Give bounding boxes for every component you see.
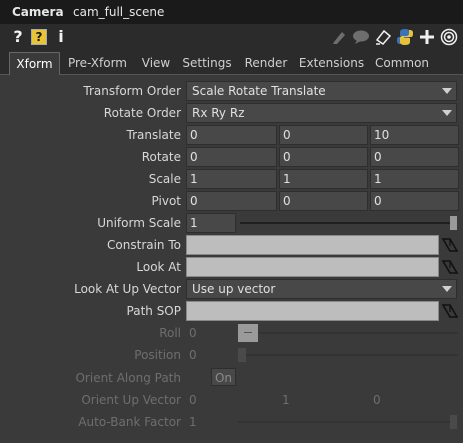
tab-xform[interactable]: Xform [9,52,60,75]
toolbar: ? ? i [0,24,463,50]
auto-bank-factor-value: 1 [189,415,197,429]
orient-along-path-label: Orient Along Path [75,371,181,385]
roll-label: Roll [159,326,181,340]
look-at-row: Look At [0,257,463,277]
look-at-up-vector-menu[interactable]: Use up vector [186,279,457,299]
tab-common[interactable]: Common [372,52,432,74]
uniform-scale-slider-handle[interactable] [450,216,457,230]
roll-row: Roll 0 [0,323,463,343]
operator-picker-icon[interactable] [441,302,459,320]
look-at-field[interactable] [186,257,439,277]
position-value: 0 [189,348,197,362]
position-label: Position [134,348,181,362]
rotate-label: Rotate [141,150,181,164]
node-name[interactable]: cam_full_scene [73,5,164,19]
look-at-up-vector-label: Look At Up Vector [74,282,181,296]
transform-order-value: Scale Rotate Translate [192,84,326,98]
pivot-label: Pivot [151,194,181,208]
rotate-z-field[interactable]: 0 [370,147,459,167]
path-sop-label: Path SOP [126,304,181,318]
translate-row: Translate 0 0 10 [0,125,463,145]
xform-panel: Transform Order Scale Rotate Translate R… [0,75,463,443]
auto-bank-factor-slider-handle [450,415,457,429]
node-type: Camera [12,5,64,19]
rotate-order-value: Rx Ry Rz [192,106,245,120]
help-icon[interactable]: ? [9,27,27,47]
uniform-scale-field[interactable]: 1 [186,213,236,233]
uniform-scale-row: Uniform Scale 1 [0,213,463,233]
comment-icon[interactable] [352,29,370,45]
transform-order-label: Transform Order [83,84,181,98]
constrain-to-field[interactable] [186,235,439,255]
pivot-row: Pivot 0 0 0 [0,191,463,211]
tab-settings[interactable]: Settings [180,52,234,74]
roll-handle-mark [244,332,252,333]
uniform-scale-slider[interactable] [240,222,456,224]
rotate-order-row: Rotate Order Rx Ry Rz [0,103,463,123]
look-at-label: Look At [136,260,181,274]
uniform-scale-label: Uniform Scale [97,216,181,230]
pivot-y-field[interactable]: 0 [279,191,368,211]
pivot-x-field[interactable]: 0 [186,191,277,211]
pivot-z-field[interactable]: 0 [370,191,459,211]
rotate-order-label: Rotate Order [103,106,181,120]
tab-pre-xform[interactable]: Pre-Xform [64,52,131,74]
position-slider-handle [238,348,246,362]
orient-along-path-toggle: On [211,368,236,386]
operator-picker-icon[interactable] [441,236,459,254]
orient-along-path-row: Orient Along Path On [0,368,463,388]
position-row: Position 0 [0,345,463,365]
node-header: Camera cam_full_scene [0,0,463,24]
roll-slider [258,332,458,334]
translate-z-field[interactable]: 10 [370,125,459,145]
transform-order-menu[interactable]: Scale Rotate Translate [186,81,457,101]
path-sop-row: Path SOP [0,301,463,321]
info-icon[interactable]: i [52,27,70,47]
orient-up-vector-y: 1 [282,393,290,407]
add-icon[interactable] [419,29,435,45]
parameter-dialog: Camera cam_full_scene ? ? i Xform Pre-Xf… [0,0,463,443]
scale-x-field[interactable]: 1 [186,169,277,189]
python-icon[interactable] [396,28,414,46]
auto-bank-factor-row: Auto-Bank Factor 1 [0,412,463,432]
scale-y-field[interactable]: 1 [279,169,368,189]
path-sop-field[interactable] [186,301,439,321]
auto-bank-factor-slider [238,421,450,423]
chevron-down-icon [442,110,452,116]
edit-icon[interactable] [331,29,347,45]
tab-render[interactable]: Render [241,52,291,74]
auto-bank-factor-label: Auto-Bank Factor [78,415,181,429]
look-at-up-vector-value: Use up vector [192,282,276,296]
roll-value: 0 [189,326,197,340]
orient-up-vector-label: Orient Up Vector [81,393,181,407]
orient-up-vector-x: 0 [189,393,197,407]
bookmark-icon[interactable] [374,28,392,46]
scale-label: Scale [148,172,181,186]
orient-up-vector-z: 0 [373,393,381,407]
scale-row: Scale 1 1 1 [0,169,463,189]
operator-picker-icon[interactable] [441,258,459,276]
transform-order-row: Transform Order Scale Rotate Translate [0,81,463,101]
target-icon[interactable] [440,28,458,46]
tab-extensions[interactable]: Extensions [298,52,365,74]
rotate-x-field[interactable]: 0 [186,147,277,167]
translate-y-field[interactable]: 0 [279,125,368,145]
look-at-up-vector-row: Look At Up Vector Use up vector [0,279,463,299]
roll-slider-handle [238,324,258,342]
tab-view[interactable]: View [136,52,176,74]
tab-bar: Xform Pre-Xform View Settings Render Ext… [0,52,463,75]
orient-up-vector-row: Orient Up Vector 0 1 0 [0,390,463,410]
constrain-to-row: Constrain To [0,235,463,255]
translate-label: Translate [126,128,182,142]
scale-z-field[interactable]: 1 [370,169,459,189]
rotate-order-menu[interactable]: Rx Ry Rz [186,103,457,123]
rotate-y-field[interactable]: 0 [279,147,368,167]
rotate-row: Rotate 0 0 0 [0,147,463,167]
help-box-icon[interactable]: ? [31,29,47,45]
position-slider [246,354,458,356]
constrain-to-label: Constrain To [107,238,181,252]
translate-x-field[interactable]: 0 [186,125,277,145]
chevron-down-icon [442,88,452,94]
chevron-down-icon [442,286,452,292]
